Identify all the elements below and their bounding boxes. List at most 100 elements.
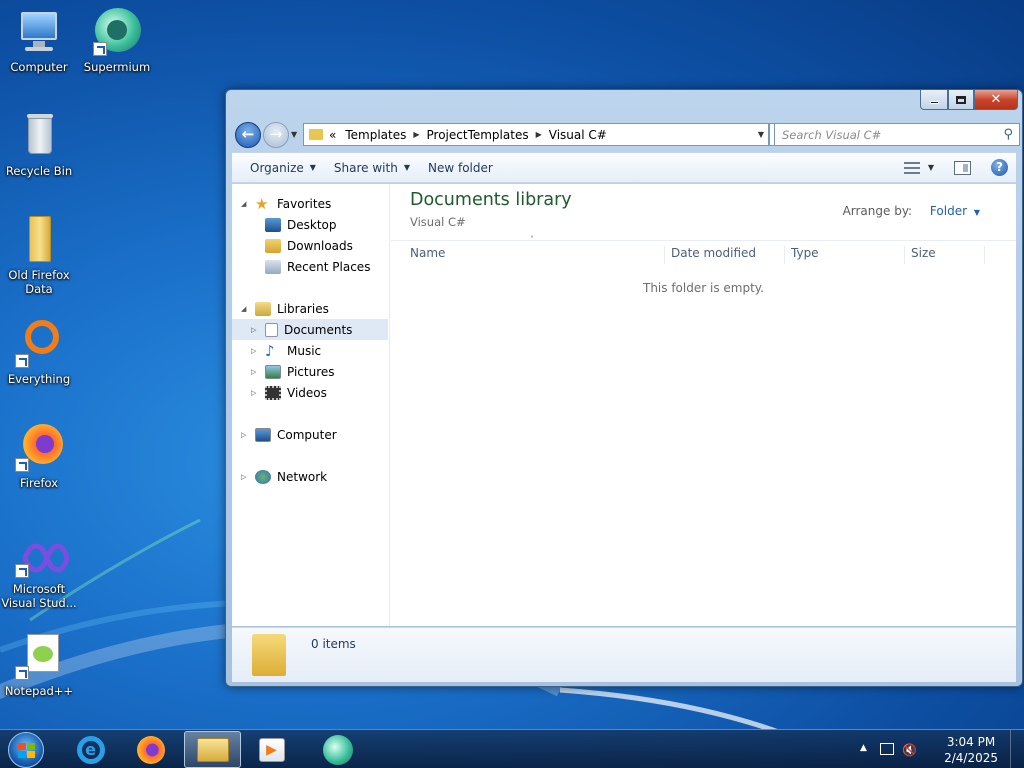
collapsed-arrow-icon[interactable]: ▷ <box>251 347 261 355</box>
shortcut-arrow-icon <box>93 42 107 56</box>
star-icon: ★ <box>255 194 269 213</box>
desktop-icon-recycle-bin[interactable]: Recycle Bin <box>0 112 78 178</box>
internet-explorer-icon: e <box>76 735 105 764</box>
breadcrumb-templates[interactable]: Templates <box>345 128 406 142</box>
desktop-icon-label: Notepad++ <box>4 684 74 698</box>
share-with-button[interactable]: Share with ▼ <box>334 161 410 175</box>
taskbar-media-player[interactable]: ▶ <box>243 731 300 768</box>
desktop-icon-everything[interactable]: Everything <box>0 320 78 386</box>
volume-muted-icon[interactable]: 🔇 <box>902 743 917 757</box>
content-area: ◢ ★ Favorites Desktop Downloads Recent P… <box>232 184 1016 626</box>
windows-explorer-icon <box>196 737 229 762</box>
explorer-window[interactable]: ✕ ← → ▼ « Templates ▶ ProjectTemplates ▶… <box>225 89 1023 687</box>
collapsed-arrow-icon[interactable]: ▷ <box>241 473 251 481</box>
taskbar-internet-explorer[interactable]: e <box>62 731 119 768</box>
collapsed-arrow-icon[interactable]: ▷ <box>251 368 261 376</box>
nav-computer[interactable]: ▷ Computer <box>232 424 388 445</box>
column-headers: Name ˄ Date modified Type Size <box>391 235 1016 264</box>
desktop-icon-label: Everything <box>7 372 71 386</box>
desktop-icon-computer[interactable]: Computer <box>0 8 78 74</box>
collapsed-arrow-icon[interactable]: ▷ <box>251 326 261 334</box>
network-tray-icon[interactable] <box>880 743 894 755</box>
forward-button[interactable]: → <box>263 122 289 148</box>
chevron-down-icon: ▼ <box>309 163 316 172</box>
breadcrumb-projecttemplates[interactable]: ProjectTemplates <box>427 128 529 142</box>
nav-recent-places[interactable]: Recent Places <box>232 256 388 277</box>
nav-desktop[interactable]: Desktop <box>232 214 388 235</box>
expanded-arrow-icon[interactable]: ◢ <box>241 200 251 208</box>
minimize-button[interactable] <box>920 90 948 110</box>
nav-downloads[interactable]: Downloads <box>232 235 388 256</box>
change-view-icon[interactable] <box>903 161 920 174</box>
sort-ascending-icon: ˄ <box>530 235 534 244</box>
nav-favorites[interactable]: ◢ ★ Favorites <box>232 193 388 214</box>
breadcrumb-visual-csharp[interactable]: Visual C# <box>549 128 607 142</box>
address-bar[interactable]: « Templates ▶ ProjectTemplates ▶ Visual … <box>303 123 769 146</box>
details-pane: 0 items <box>232 627 1016 682</box>
recent-places-icon <box>265 259 281 274</box>
breadcrumb-separator-icon[interactable]: ▶ <box>536 130 542 139</box>
taskbar-firefox[interactable] <box>122 731 179 768</box>
media-player-icon: ▶ <box>258 737 285 762</box>
arrange-by-dropdown[interactable]: Folder <box>930 204 967 218</box>
windows-logo-icon <box>18 743 36 759</box>
collapsed-arrow-icon[interactable]: ▷ <box>241 431 251 439</box>
collapsed-arrow-icon[interactable]: ▷ <box>251 389 261 397</box>
expanded-arrow-icon[interactable]: ◢ <box>241 305 251 313</box>
shortcut-arrow-icon <box>15 458 29 472</box>
column-size[interactable]: Size <box>905 246 985 264</box>
desktop-icon-old-firefox-data[interactable]: Old Firefox Data <box>0 216 78 296</box>
maximize-button[interactable] <box>948 90 974 110</box>
show-hidden-icons-button[interactable]: ▲ <box>860 743 867 753</box>
nav-music[interactable]: ▷ ♪ Music <box>232 340 388 361</box>
file-list-pane[interactable]: Documents library Visual C# Arrange by: … <box>391 184 1016 626</box>
address-dropdown-icon[interactable]: ▼ <box>758 130 764 139</box>
desktop-icon-notepadpp[interactable]: Notepad++ <box>0 632 78 698</box>
chevron-down-icon[interactable]: ▼ <box>928 163 934 172</box>
help-icon[interactable]: ? <box>991 159 1008 176</box>
taskbar-windows-explorer[interactable] <box>184 731 241 768</box>
breadcrumb-separator-icon[interactable]: ▶ <box>413 130 419 139</box>
caption-buttons: ✕ <box>920 90 1018 110</box>
clock[interactable]: 3:04 PM 2/4/2025 <box>944 734 998 766</box>
preview-pane-icon[interactable] <box>954 160 971 175</box>
computer-icon <box>15 8 63 56</box>
nav-pictures[interactable]: ▷ Pictures <box>232 361 388 382</box>
address-overflow[interactable]: « <box>329 128 336 142</box>
chevron-down-icon[interactable]: ▼ <box>974 208 980 217</box>
start-button[interactable] <box>8 732 44 768</box>
computer-icon <box>255 427 271 442</box>
nav-documents[interactable]: ▷ Documents <box>232 319 388 340</box>
maximize-icon <box>956 95 966 104</box>
show-desktop-button[interactable] <box>1010 730 1024 768</box>
minimize-icon <box>929 100 939 104</box>
firefox-icon <box>15 424 63 472</box>
nav-network[interactable]: ▷ Network <box>232 466 388 487</box>
desktop-icon-firefox[interactable]: Firefox <box>0 424 78 490</box>
desktop-icon-label: Computer <box>10 60 68 74</box>
search-placeholder: Search Visual C# <box>782 128 882 142</box>
taskbar-supermium[interactable] <box>309 731 366 768</box>
column-name[interactable]: Name ˄ <box>391 235 665 264</box>
desktop-icon-supermium[interactable]: Supermium <box>78 8 156 74</box>
recent-pages-dropdown-icon[interactable]: ▼ <box>291 130 297 139</box>
navigation-pane[interactable]: ◢ ★ Favorites Desktop Downloads Recent P… <box>232 184 390 626</box>
nav-videos[interactable]: ▷ Videos <box>232 382 388 403</box>
new-folder-button[interactable]: New folder <box>428 161 493 175</box>
notepadpp-icon <box>15 632 63 680</box>
library-title: Documents library <box>410 190 572 210</box>
desktop-icon-visual-studio[interactable]: Microsoft Visual Stud... <box>0 538 78 610</box>
column-type[interactable]: Type <box>785 246 905 264</box>
empty-folder-message: This folder is empty. <box>643 281 764 295</box>
taskbar: e ▶ ▲ 🔇 3:04 PM 2/4/2025 <box>0 729 1024 768</box>
shortcut-arrow-icon <box>15 354 29 368</box>
back-button[interactable]: ← <box>235 122 261 148</box>
organize-button[interactable]: Organize ▼ <box>250 161 316 175</box>
nav-libraries[interactable]: ◢ Libraries <box>232 298 388 319</box>
search-input[interactable]: Search Visual C# ⚲ <box>774 123 1020 146</box>
search-icon[interactable]: ⚲ <box>1003 127 1013 142</box>
shortcut-arrow-icon <box>15 564 29 578</box>
pictures-icon <box>265 364 281 379</box>
column-date-modified[interactable]: Date modified <box>665 246 785 264</box>
close-button[interactable]: ✕ <box>974 90 1018 110</box>
